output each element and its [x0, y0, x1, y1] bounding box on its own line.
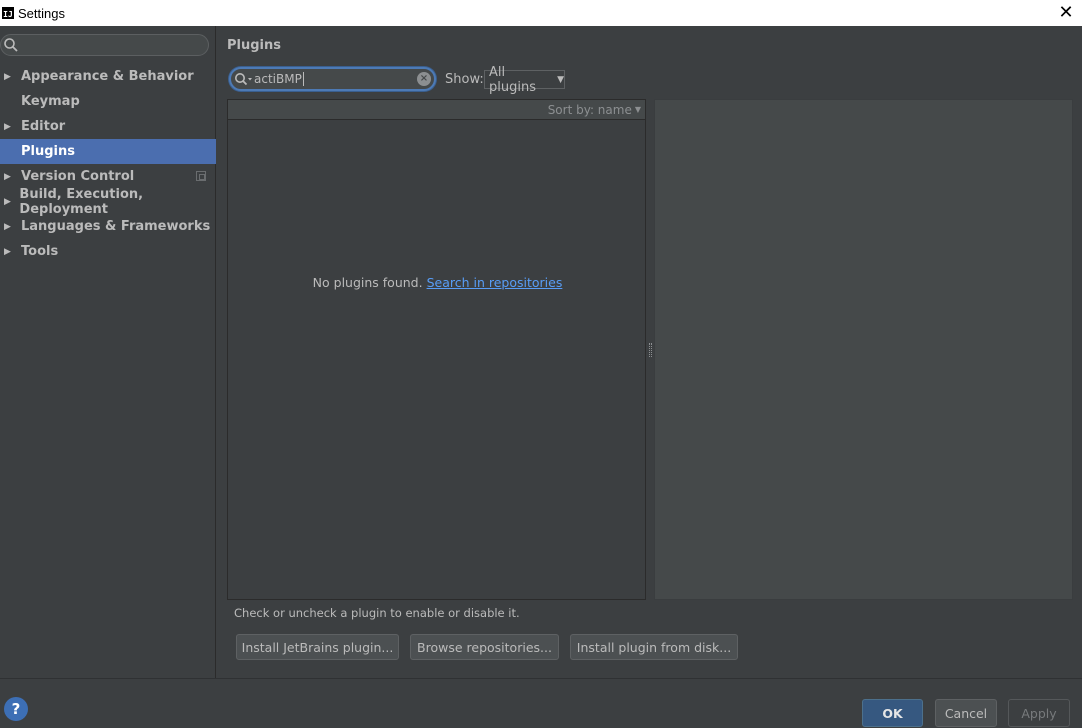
sidebar-item-appearance-behavior[interactable]: ▶ Appearance & Behavior	[0, 64, 216, 89]
sidebar-item-label: Keymap	[21, 94, 80, 109]
hint-text: Check or uncheck a plugin to enable or d…	[234, 606, 520, 620]
sort-label: Sort by: name	[547, 102, 632, 117]
settings-sidebar: ▶ Appearance & Behavior Keymap ▶ Editor …	[0, 26, 216, 678]
sidebar-item-build-execution-deployment[interactable]: ▶ Build, Execution, Deployment	[0, 186, 216, 217]
panel-splitter-handle[interactable]	[649, 343, 652, 357]
browse-repositories-button[interactable]: Browse repositories...	[410, 634, 559, 660]
plugin-detail-panel	[654, 99, 1073, 600]
show-filter-dropdown[interactable]: All plugins ▼	[484, 65, 565, 95]
empty-list-message: No plugins found. Search in repositories	[228, 275, 647, 290]
sidebar-item-label: Build, Execution, Deployment	[19, 186, 144, 217]
expand-arrow-icon[interactable]: ▶	[0, 197, 19, 207]
search-history-icon[interactable]	[234, 72, 254, 86]
intellij-app-icon: IJ	[2, 7, 14, 19]
expand-arrow-icon[interactable]: ▶	[0, 247, 21, 257]
sidebar-item-plugins[interactable]: Plugins	[0, 139, 216, 164]
sidebar-item-label: Tools	[21, 244, 59, 259]
sidebar-search-input[interactable]	[0, 34, 209, 56]
sidebar-item-editor[interactable]: ▶ Editor	[0, 114, 216, 139]
plugin-search-value: actiBMP	[254, 72, 302, 86]
window-titlebar: IJ Settings ✕	[0, 0, 1082, 26]
sort-by-dropdown[interactable]: Sort by: name ▼	[228, 100, 645, 120]
project-scope-icon	[196, 171, 206, 181]
install-jetbrains-plugin-button[interactable]: Install JetBrains plugin...	[236, 634, 399, 660]
sidebar-item-label: Languages & Frameworks	[21, 219, 211, 234]
show-label: Show:	[445, 72, 484, 87]
close-icon[interactable]: ✕	[1056, 2, 1076, 23]
sidebar-item-keymap[interactable]: Keymap	[0, 89, 216, 114]
install-plugin-from-disk-button[interactable]: Install plugin from disk...	[570, 634, 738, 660]
plugin-search-input[interactable]: actiBMP ×	[229, 67, 436, 91]
ok-button[interactable]: OK	[862, 699, 923, 727]
expand-arrow-icon[interactable]: ▶	[0, 72, 21, 82]
sidebar-item-label: Plugins	[21, 144, 75, 159]
chevron-down-icon: ▼	[557, 74, 564, 85]
plugin-list: Sort by: name ▼ No plugins found. Search…	[227, 99, 646, 600]
dialog-footer: ? OK Cancel Apply	[0, 678, 1082, 728]
search-icon	[4, 38, 18, 52]
page-title: Plugins	[227, 38, 281, 53]
sidebar-item-languages-frameworks[interactable]: ▶ Languages & Frameworks	[0, 214, 216, 239]
apply-button[interactable]: Apply	[1008, 699, 1070, 727]
sidebar-item-label: Editor	[21, 119, 66, 134]
help-icon[interactable]: ?	[4, 697, 28, 721]
clear-search-icon[interactable]: ×	[417, 72, 431, 86]
sidebar-item-tools[interactable]: ▶ Tools	[0, 239, 216, 264]
plugins-page: Plugins actiBMP × Show: All plugins ▼ So…	[217, 26, 1082, 678]
cancel-button[interactable]: Cancel	[935, 699, 997, 727]
expand-arrow-icon[interactable]: ▶	[0, 222, 21, 232]
show-filter-value: All plugins	[489, 64, 536, 95]
chevron-down-icon: ▼	[634, 105, 641, 114]
no-plugins-text: No plugins found.	[312, 275, 423, 290]
sidebar-item-version-control[interactable]: ▶ Version Control	[0, 164, 216, 189]
expand-arrow-icon[interactable]: ▶	[0, 122, 21, 132]
settings-tree: ▶ Appearance & Behavior Keymap ▶ Editor …	[0, 64, 216, 264]
window-title: Settings	[18, 5, 65, 21]
sidebar-item-label: Appearance & Behavior	[21, 69, 194, 84]
expand-arrow-icon[interactable]: ▶	[0, 172, 21, 182]
search-in-repositories-link[interactable]: Search in repositories	[427, 275, 563, 290]
sidebar-item-label: Version Control	[21, 169, 135, 184]
